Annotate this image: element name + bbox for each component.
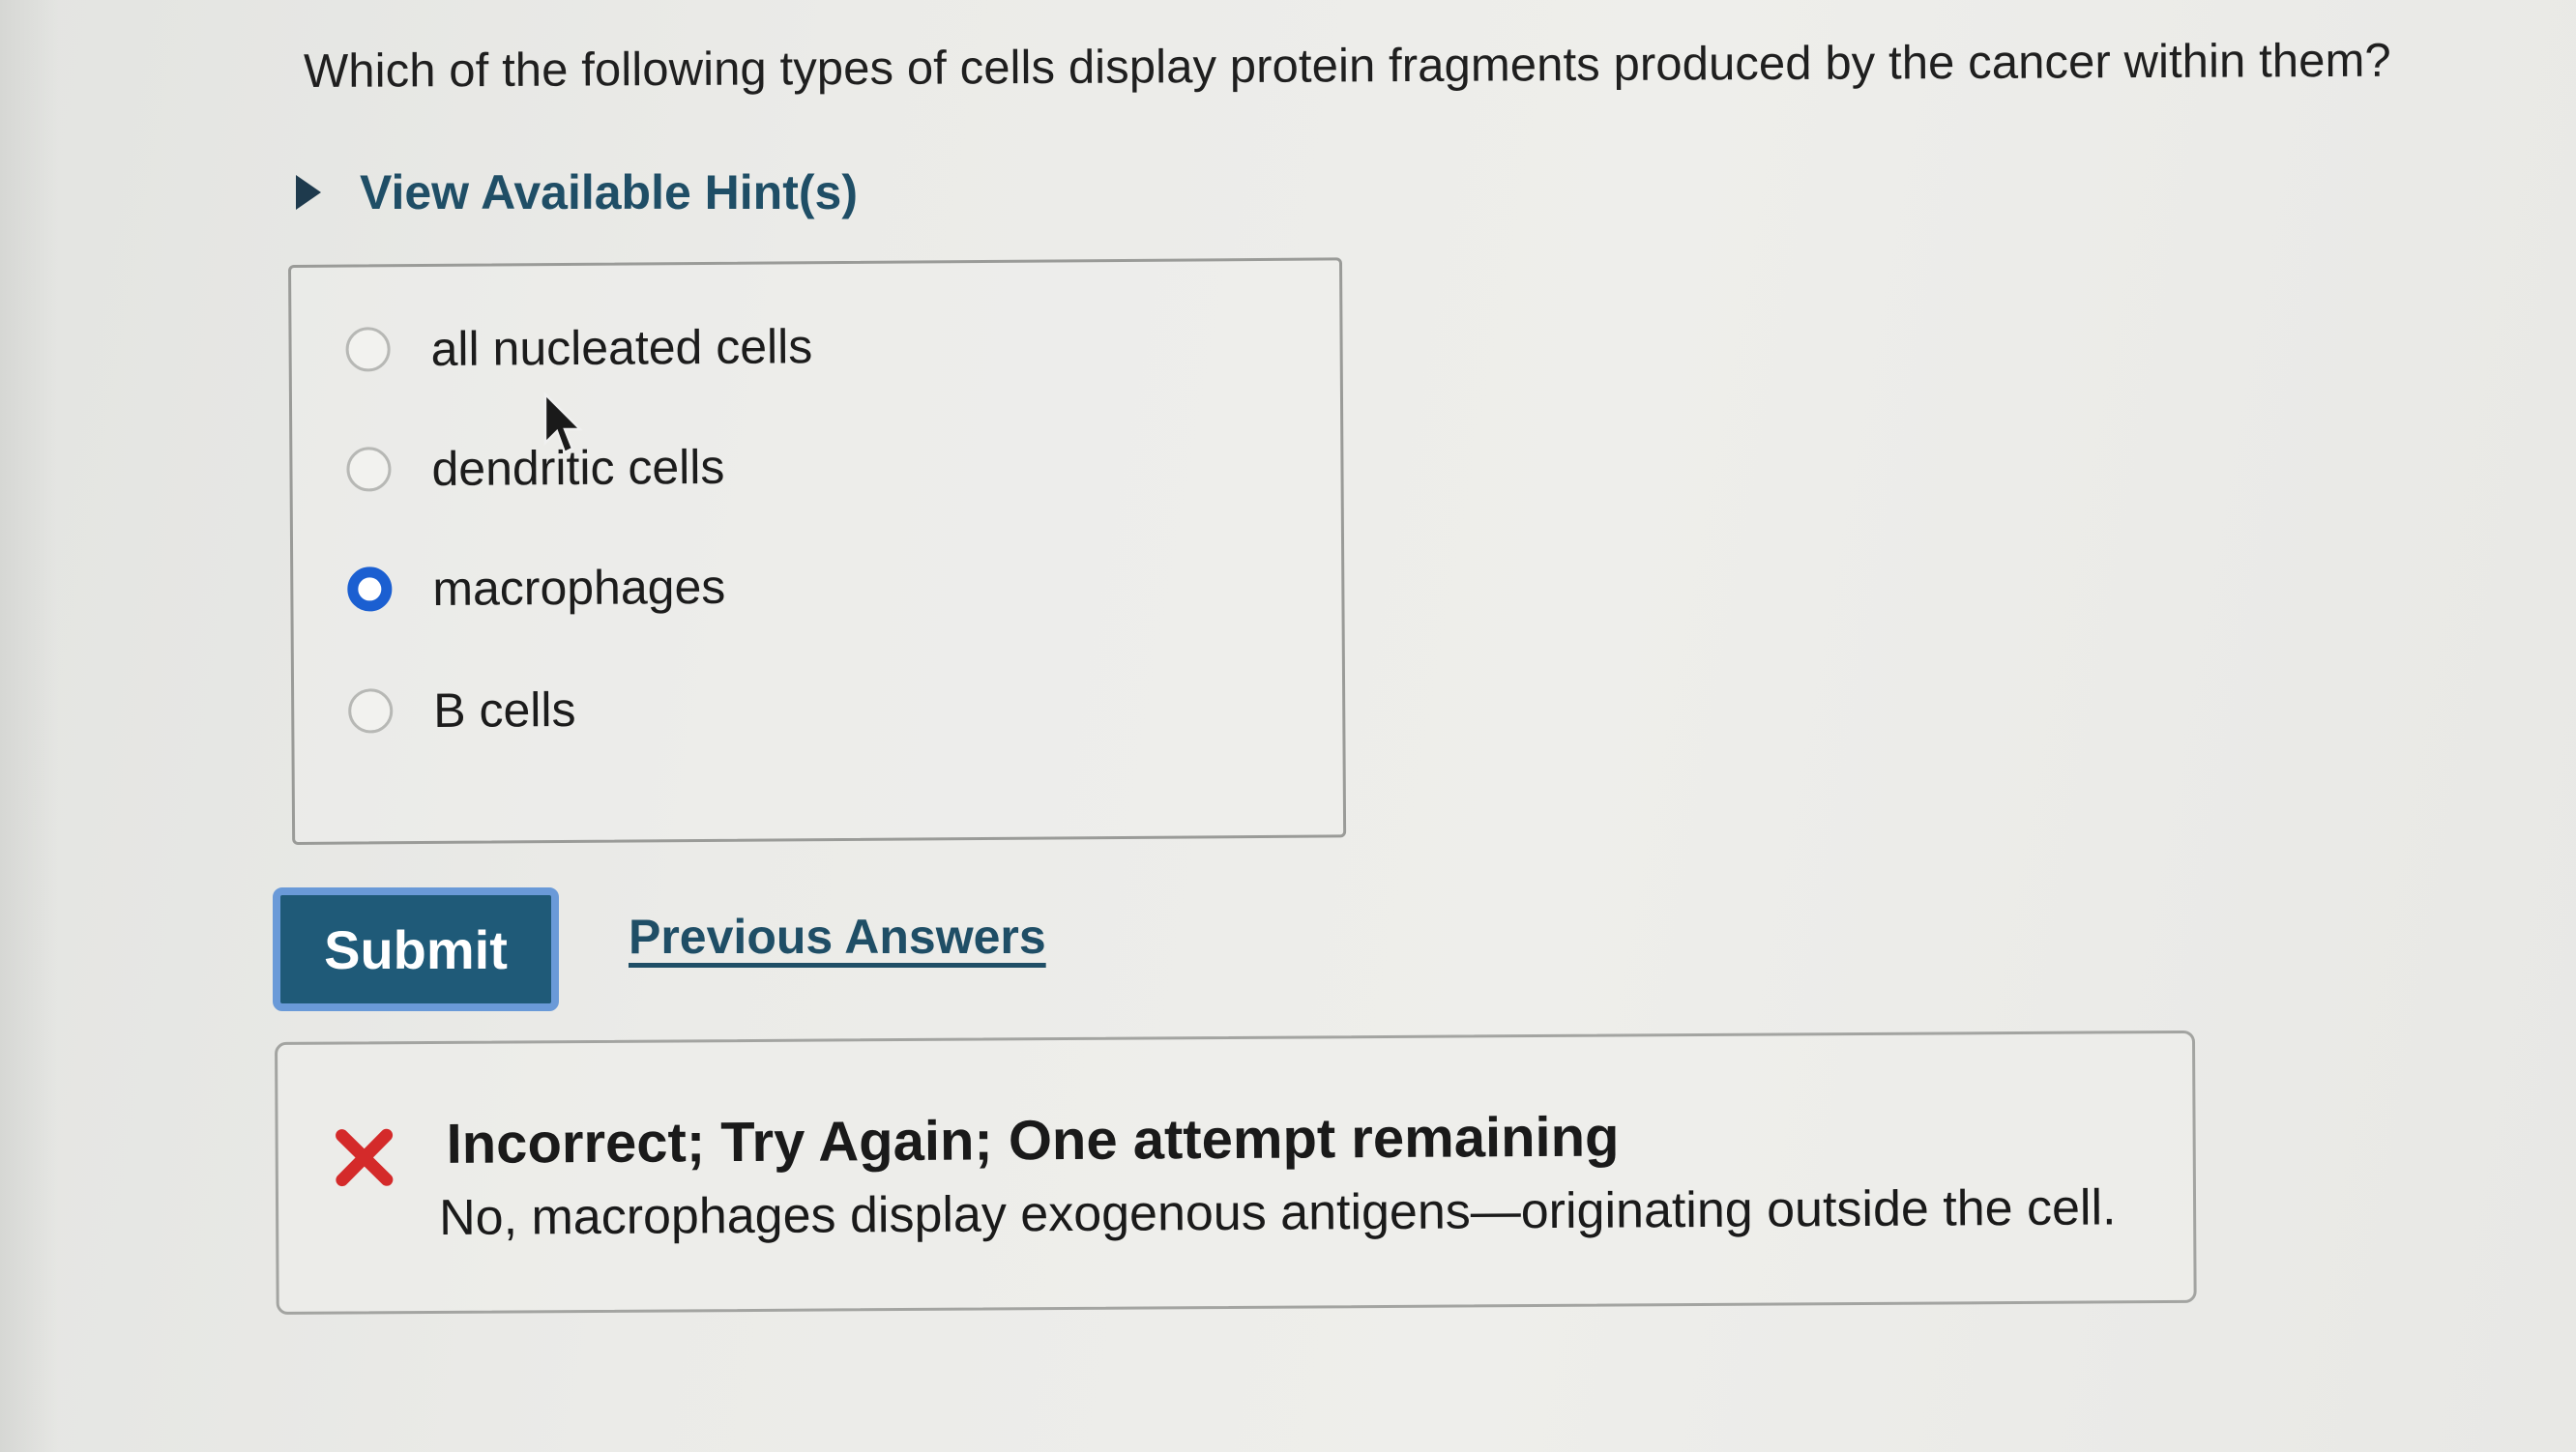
option-b-cells[interactable]: B cells	[348, 682, 576, 740]
answer-options-box: all nucleated cells dendritic cells macr…	[288, 257, 1347, 845]
option-label: B cells	[433, 682, 576, 738]
triangle-right-icon	[296, 175, 321, 210]
view-hints-toggle[interactable]: View Available Hint(s)	[296, 164, 858, 220]
view-hints-label: View Available Hint(s)	[360, 165, 858, 219]
mouse-cursor-icon	[543, 392, 583, 454]
option-label: macrophages	[432, 559, 726, 616]
previous-answers-link[interactable]: Previous Answers	[629, 909, 1046, 965]
option-label: all nucleated cells	[430, 319, 813, 376]
radio-button-selected[interactable]	[347, 566, 393, 612]
page-edge-shadow	[0, 0, 58, 1452]
submit-button[interactable]: Submit	[273, 887, 559, 1011]
option-macrophages[interactable]: macrophages	[347, 559, 725, 618]
option-all-nucleated-cells[interactable]: all nucleated cells	[345, 318, 812, 377]
feedback-message: No, macrophages display exogenous antige…	[438, 1179, 2117, 1246]
feedback-panel: Incorrect; Try Again; One attempt remain…	[275, 1030, 2197, 1315]
radio-button[interactable]	[346, 447, 392, 492]
radio-button[interactable]	[348, 688, 394, 734]
radio-button[interactable]	[345, 327, 391, 372]
x-mark-icon	[336, 1128, 394, 1187]
question-text: Which of the following types of cells di…	[303, 34, 2391, 98]
option-dendritic-cells[interactable]: dendritic cells	[346, 439, 725, 498]
feedback-title: Incorrect; Try Again; One attempt remain…	[446, 1105, 1620, 1176]
